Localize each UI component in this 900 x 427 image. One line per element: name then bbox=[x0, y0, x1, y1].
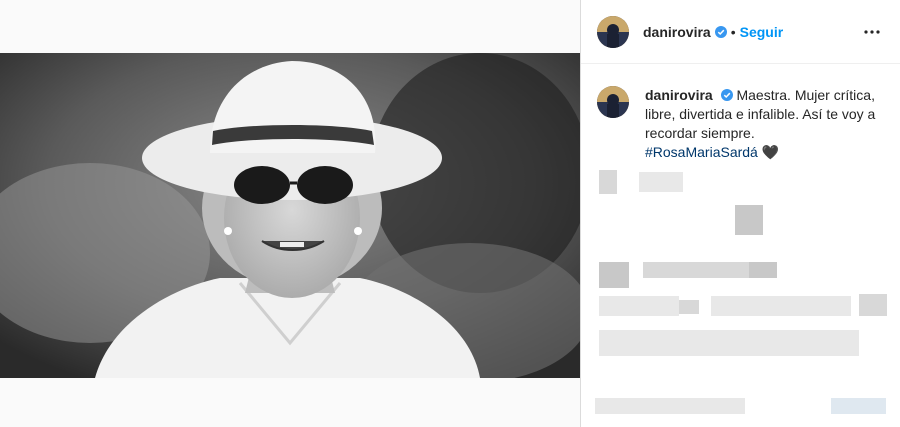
post-header: danirovira • Seguir bbox=[581, 0, 900, 64]
caption-avatar[interactable] bbox=[597, 86, 629, 118]
verified-badge-icon bbox=[720, 89, 733, 101]
media-column bbox=[0, 0, 580, 427]
blur-block bbox=[599, 170, 617, 194]
follow-button[interactable]: Seguir bbox=[740, 24, 784, 40]
blur-block bbox=[599, 330, 859, 356]
blur-block bbox=[749, 262, 777, 278]
caption-username[interactable]: danirovira bbox=[645, 87, 713, 103]
caption-hashtag[interactable]: #RosaMariaSardá bbox=[645, 144, 758, 160]
more-options-button[interactable] bbox=[860, 20, 884, 44]
verified-badge-icon bbox=[714, 25, 727, 38]
caption-text-block: danirovira Maestra. Mujer crítica, libre… bbox=[645, 86, 884, 162]
more-options-icon bbox=[864, 29, 880, 34]
blur-block bbox=[599, 262, 629, 288]
blur-block bbox=[595, 398, 745, 414]
avatar-image bbox=[597, 86, 629, 118]
blur-block bbox=[711, 296, 851, 316]
heart-emoji: 🖤 bbox=[761, 144, 780, 160]
blur-block bbox=[679, 300, 699, 314]
blur-block bbox=[639, 172, 683, 192]
blur-block bbox=[599, 296, 679, 316]
post-sidebar: danirovira • Seguir danirovira Maestra. … bbox=[580, 0, 900, 427]
blur-block bbox=[831, 398, 886, 414]
avatar-image bbox=[597, 15, 629, 48]
separator-dot: • bbox=[730, 23, 736, 40]
blur-block bbox=[735, 205, 763, 235]
blur-block bbox=[859, 294, 887, 316]
portrait-image bbox=[0, 53, 580, 378]
post-photo[interactable] bbox=[0, 53, 580, 378]
post-caption: danirovira Maestra. Mujer crítica, libre… bbox=[581, 64, 900, 162]
author-username[interactable]: danirovira bbox=[643, 24, 711, 40]
instagram-post: danirovira • Seguir danirovira Maestra. … bbox=[0, 0, 900, 427]
author-avatar[interactable] bbox=[597, 15, 629, 48]
